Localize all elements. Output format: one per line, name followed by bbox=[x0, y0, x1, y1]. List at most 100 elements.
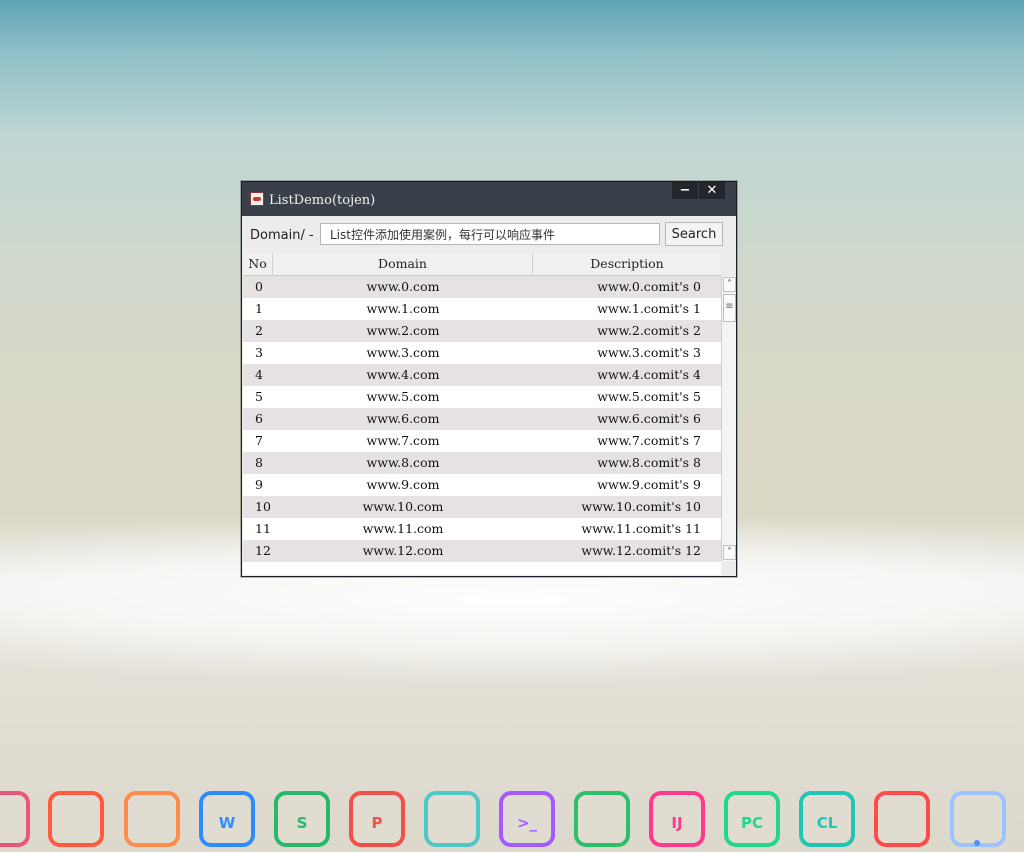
cell-domain: www.6.com bbox=[366, 411, 440, 426]
trash-icon[interactable] bbox=[0, 791, 30, 847]
dock-glyph: S bbox=[296, 814, 308, 832]
cell-description: www.4.comit's 4 bbox=[597, 367, 701, 382]
cell-description: www.7.comit's 7 bbox=[597, 433, 701, 448]
cell-description: www.8.comit's 8 bbox=[597, 455, 701, 470]
scroll-down-button[interactable]: ˅ bbox=[723, 545, 736, 560]
table-row[interactable]: 0 www.0.com www.0.comit's 0 bbox=[243, 276, 721, 298]
table-row[interactable]: 4 www.4.com www.4.comit's 4 bbox=[243, 364, 721, 386]
cell-domain: www.1.com bbox=[366, 301, 440, 316]
cell-description: www.11.comit's 11 bbox=[581, 521, 701, 536]
close-button[interactable]: ✕ bbox=[699, 182, 725, 199]
table-header: No Domain Description bbox=[243, 253, 721, 276]
show-desktop-icon[interactable] bbox=[950, 791, 1006, 847]
cell-description: www.0.comit's 0 bbox=[597, 279, 701, 294]
cell-domain: www.12.com bbox=[362, 543, 444, 558]
taskbar-dock: W S P >_ IJ PC CL bbox=[0, 782, 1024, 852]
close-icon: ✕ bbox=[706, 183, 718, 198]
column-header-domain[interactable]: Domain bbox=[273, 253, 533, 275]
chevron-down-icon: ˅ bbox=[727, 547, 732, 558]
dock-glyph bbox=[878, 795, 926, 843]
scroll-up-button[interactable]: ˄ bbox=[723, 277, 736, 292]
cell-description: www.12.comit's 12 bbox=[581, 543, 701, 558]
search-button[interactable]: Search bbox=[665, 222, 723, 246]
file-manager-icon[interactable] bbox=[124, 791, 180, 847]
running-indicator bbox=[974, 840, 980, 846]
domain-label: Domain/ - bbox=[250, 228, 314, 243]
table-body: 0 www.0.com www.0.comit's 0 1 www.1.com www.… bbox=[243, 276, 721, 562]
firefox-icon[interactable] bbox=[48, 791, 104, 847]
cell-domain: www.7.com bbox=[366, 433, 440, 448]
table-row[interactable]: 2 www.2.com www.2.comit's 2 bbox=[243, 320, 721, 342]
cell-domain: www.0.com bbox=[366, 279, 440, 294]
cell-description: www.2.comit's 2 bbox=[597, 323, 701, 338]
wps-spreadsheet-icon[interactable]: S bbox=[274, 791, 330, 847]
table-row[interactable]: 1 www.1.com www.1.comit's 1 bbox=[243, 298, 721, 320]
cell-no: 0 bbox=[255, 279, 263, 294]
table-row[interactable]: 12 www.12.com www.12.comit's 12 bbox=[243, 540, 721, 562]
table-row[interactable]: 11 www.11.com www.11.comit's 11 bbox=[243, 518, 721, 540]
cell-description: www.5.comit's 5 bbox=[597, 389, 701, 404]
wps-writer-icon[interactable]: W bbox=[199, 791, 255, 847]
dock-glyph: CL bbox=[816, 814, 838, 832]
cell-domain: www.11.com bbox=[362, 521, 444, 536]
cell-no: 8 bbox=[255, 455, 263, 470]
wps-presentation-icon[interactable]: P bbox=[349, 791, 405, 847]
domain-table: No Domain Description 0 www.0.com www.0.co… bbox=[243, 253, 721, 575]
column-header-no[interactable]: No bbox=[243, 253, 273, 275]
cell-no: 12 bbox=[255, 543, 271, 558]
cell-description: www.10.comit's 10 bbox=[581, 499, 701, 514]
clion-icon[interactable]: CL bbox=[799, 791, 855, 847]
cell-no: 3 bbox=[255, 345, 263, 360]
cell-domain: www.10.com bbox=[362, 499, 444, 514]
text-editor-icon[interactable] bbox=[424, 791, 480, 847]
dock-glyph: PC bbox=[740, 814, 763, 832]
column-header-description[interactable]: Description bbox=[533, 253, 721, 275]
cell-description: www.6.comit's 6 bbox=[597, 411, 701, 426]
cell-domain: www.9.com bbox=[366, 477, 440, 492]
cell-domain: www.5.com bbox=[366, 389, 440, 404]
table-row[interactable]: 9 www.9.com www.9.comit's 9 bbox=[243, 474, 721, 496]
dock-glyph bbox=[578, 795, 626, 843]
dock-glyph bbox=[428, 795, 476, 843]
title-bar[interactable]: ListDemo(tojen) − ✕ bbox=[242, 182, 736, 216]
dock-glyph bbox=[954, 795, 1002, 843]
scrollbar-thumb[interactable]: ≡ bbox=[723, 294, 736, 322]
dock-glyph bbox=[0, 795, 26, 843]
cell-no: 7 bbox=[255, 433, 263, 448]
table-row[interactable]: 7 www.7.com www.7.comit's 7 bbox=[243, 430, 721, 452]
cell-domain: www.3.com bbox=[366, 345, 440, 360]
cell-domain: www.8.com bbox=[366, 455, 440, 470]
list-demo-window: ListDemo(tojen) − ✕ Domain/ - Search No … bbox=[241, 181, 737, 577]
cell-no: 10 bbox=[255, 499, 271, 514]
table-row[interactable]: 8 www.8.com www.8.comit's 8 bbox=[243, 452, 721, 474]
dock-glyph: W bbox=[218, 814, 236, 832]
window-title: ListDemo(tojen) bbox=[269, 193, 376, 208]
table-row[interactable]: 3 www.3.com www.3.comit's 3 bbox=[243, 342, 721, 364]
app-grid-icon[interactable] bbox=[874, 791, 930, 847]
cell-domain: www.4.com bbox=[366, 367, 440, 382]
cell-no: 1 bbox=[255, 301, 263, 316]
pycharm-icon[interactable]: PC bbox=[724, 791, 780, 847]
table-row[interactable]: 6 www.6.com www.6.comit's 6 bbox=[243, 408, 721, 430]
search-input[interactable] bbox=[320, 223, 660, 245]
dock-glyph bbox=[52, 795, 100, 843]
search-toolbar: Domain/ - Search bbox=[242, 216, 736, 250]
cell-no: 5 bbox=[255, 389, 263, 404]
minimize-button[interactable]: − bbox=[672, 182, 698, 199]
intellij-idea-icon[interactable]: IJ bbox=[649, 791, 705, 847]
minimize-icon: − bbox=[679, 183, 691, 198]
dock-glyph: IJ bbox=[671, 814, 683, 832]
table-scrollbar[interactable]: ˄ ≡ ˅ bbox=[721, 276, 736, 561]
table-row[interactable]: 5 www.5.com www.5.comit's 5 bbox=[243, 386, 721, 408]
chrome-icon[interactable] bbox=[574, 791, 630, 847]
cell-no: 2 bbox=[255, 323, 263, 338]
app-icon bbox=[250, 192, 264, 206]
table-row[interactable]: 10 www.10.com www.10.comit's 10 bbox=[243, 496, 721, 518]
terminal-icon[interactable]: >_ bbox=[499, 791, 555, 847]
cell-domain: www.2.com bbox=[366, 323, 440, 338]
cell-no: 4 bbox=[255, 367, 263, 382]
cell-no: 6 bbox=[255, 411, 263, 426]
dock-glyph: P bbox=[371, 814, 383, 832]
dock-glyph bbox=[128, 795, 176, 843]
dock-glyph: >_ bbox=[516, 814, 538, 832]
